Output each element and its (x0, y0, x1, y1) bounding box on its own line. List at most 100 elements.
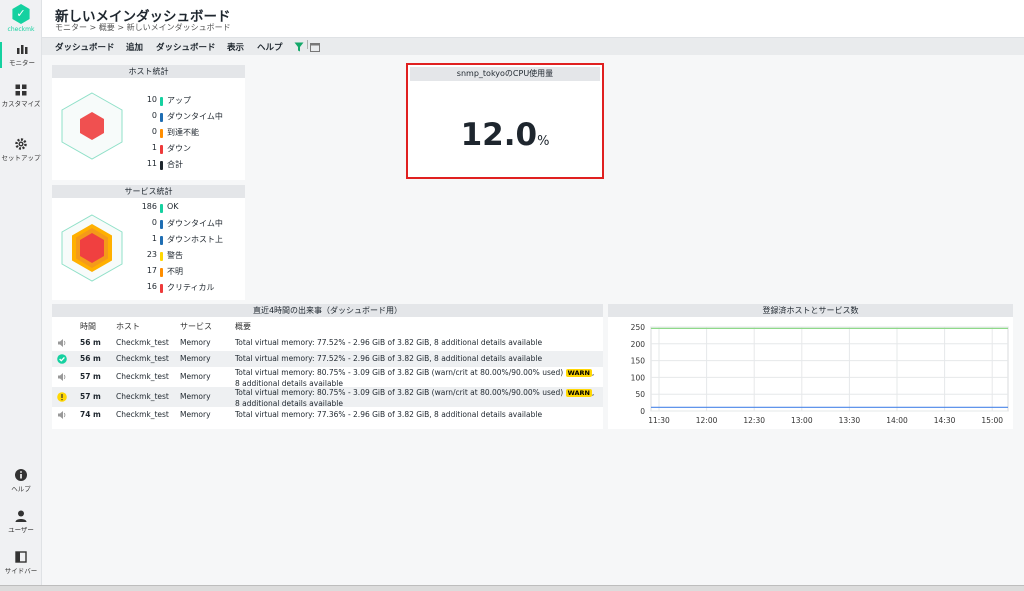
cpu-value: 12.0% (408, 117, 602, 153)
event-time: 57 m (80, 372, 101, 381)
x-tick-label: 13:00 (791, 416, 813, 425)
col-host[interactable]: ホスト (116, 321, 140, 332)
event-host[interactable]: Checkmk_test (116, 410, 169, 419)
menu-bar: ダッシュボード 追加 ダッシュボード 表示 ヘルプ | (42, 37, 1024, 55)
menu-dashboard[interactable]: ダッシュボード (55, 41, 115, 53)
host-stat-label: ダウンタイム中 (167, 112, 223, 121)
service-stat-color-bar (160, 236, 163, 245)
bottom-strip (0, 585, 1024, 591)
event-host[interactable]: Checkmk_test (116, 372, 169, 381)
cpu-usage-dashlet[interactable]: snmp_tokyoのCPU使用量 12.0% (406, 63, 604, 179)
nav-customize[interactable]: カスタマイズ (0, 83, 42, 109)
event-time: 56 m (80, 338, 101, 347)
y-tick-label: 50 (635, 390, 645, 399)
host-hexagon-icon[interactable] (60, 91, 124, 161)
speaker-icon[interactable] (57, 338, 67, 350)
table-row[interactable]: 56 m Checkmk_test Memory Total virtual memo… (52, 335, 603, 351)
service-stat-color-bar (160, 284, 163, 293)
service-stats-dashlet: サービス統計 186 OK 0 ダウンタイム中 1 ダウンホスト上 23 警告 17 不明 16 クリ… (52, 185, 245, 300)
event-host[interactable]: Checkmk_test (116, 392, 169, 401)
x-tick-label: 11:30 (648, 416, 670, 425)
event-host[interactable]: Checkmk_test (116, 338, 169, 347)
table-row[interactable]: 56 m Checkmk_test Memory Total virtual memo… (52, 351, 603, 367)
ok-icon[interactable] (57, 354, 67, 366)
event-summary: Total virtual memory: 77.52% - 2.96 GiB … (235, 354, 600, 364)
nav-help[interactable]: ヘルプ (0, 468, 42, 494)
x-tick-label: 15:00 (981, 416, 1003, 425)
events-dashlet: 直近4時間の出来事（ダッシュボード用） 時間 ホスト サービス 概要 56 m C… (52, 304, 603, 429)
x-tick-label: 12:30 (743, 416, 765, 425)
user-icon (15, 510, 27, 522)
host-stat-count: 0 (151, 127, 157, 136)
menu-view[interactable]: 表示 (227, 41, 244, 53)
event-time: 57 m (80, 392, 101, 401)
table-row[interactable]: 74 m Checkmk_test Memory Total virtual memo… (52, 407, 603, 423)
service-stat-count: 0 (151, 218, 157, 227)
nav-setup[interactable]: セットアップ (0, 137, 42, 163)
service-stat-color-bar (160, 220, 163, 229)
sidebar-icon (15, 551, 27, 563)
host-stat-count: 1 (151, 143, 157, 152)
speaker-icon[interactable] (57, 372, 67, 384)
table-row[interactable]: 57 m Checkmk_test Memory Total virtual memo… (52, 387, 603, 408)
warn-icon[interactable] (57, 392, 67, 404)
menu-dashboard-2[interactable]: ダッシュボード (156, 41, 216, 53)
service-stat-color-bar (160, 204, 163, 213)
speaker-icon[interactable] (57, 410, 67, 422)
bar-chart-icon (17, 45, 28, 54)
nav-sidebar[interactable]: サイドバー (0, 550, 42, 576)
host-stats-dashlet: ホスト統計 10 アップ 0 ダウンタイム中 0 到達不能 1 ダウン 11 合計 (52, 65, 245, 180)
event-summary: Total virtual memory: 80.75% - 3.09 GiB … (235, 368, 595, 388)
dashboard-content: ホスト統計 10 アップ 0 ダウンタイム中 0 到達不能 1 ダウン 11 合計 サービス統計 … (42, 55, 1024, 585)
host-stat-label: アップ (167, 96, 191, 105)
breadcrumb[interactable]: モニター > 概要 > 新しいメインダッシュボード (55, 22, 231, 33)
event-service[interactable]: Memory (180, 392, 211, 401)
y-tick-label: 250 (631, 323, 646, 332)
menu-add[interactable]: 追加 (126, 41, 143, 53)
col-summary[interactable]: 概要 (235, 321, 251, 332)
event-service[interactable]: Memory (180, 410, 211, 419)
page-header: 新しいメインダッシュボード モニター > 概要 > 新しいメインダッシュボード (42, 0, 1024, 37)
service-stat-count: 186 (141, 202, 157, 211)
service-stat-label: 不明 (167, 267, 183, 276)
info-icon (15, 469, 27, 481)
host-stat-label: 合計 (167, 160, 183, 169)
service-stat-label: ダウンタイム中 (167, 219, 223, 228)
x-tick-label: 13:30 (839, 416, 861, 425)
left-navigation: ✓ checkmk モニター カスタマイズ セットアップ ヘルプ ユーザー サイ… (0, 0, 42, 591)
menu-help[interactable]: ヘルプ (257, 41, 283, 53)
col-time[interactable]: 時間 (80, 321, 96, 332)
event-time: 74 m (80, 410, 101, 419)
host-stat-color-bar (160, 145, 163, 154)
service-stat-count: 16 (146, 282, 157, 291)
nav-monitor[interactable]: モニター (0, 42, 42, 68)
grid-icon (15, 84, 27, 96)
calendar-icon[interactable] (310, 42, 320, 52)
host-stat-count: 11 (146, 159, 157, 168)
event-service[interactable]: Memory (180, 338, 211, 347)
filter-icon[interactable] (294, 42, 304, 52)
service-stat-label: クリティカル (167, 283, 215, 292)
service-stat-label: OK (167, 202, 179, 211)
host-stat-count: 0 (151, 111, 157, 120)
event-summary: Total virtual memory: 77.52% - 2.96 GiB … (235, 338, 600, 348)
x-tick-label: 14:30 (934, 416, 956, 425)
checkmk-logo[interactable]: ✓ checkmk (4, 4, 38, 33)
event-service[interactable]: Memory (180, 372, 211, 381)
host-stat-label: 到達不能 (167, 128, 199, 137)
event-host[interactable]: Checkmk_test (116, 354, 169, 363)
nav-customize-label: カスタマイズ (1, 100, 41, 108)
nav-user[interactable]: ユーザー (0, 509, 42, 535)
table-row[interactable]: 57 m Checkmk_test Memory Total virtual memo… (52, 367, 603, 388)
checkmk-logo-icon: ✓ (12, 4, 30, 24)
service-stat-count: 23 (146, 250, 157, 259)
event-summary-text: Total virtual memory: 77.52% - 2.96 GiB … (235, 354, 543, 363)
events-title: 直近4時間の出来事（ダッシュボード用） (52, 304, 603, 317)
service-hexagon-icon[interactable] (60, 213, 124, 283)
col-service[interactable]: サービス (180, 321, 212, 332)
host-stats-title: ホスト統計 (52, 65, 245, 78)
event-summary-text: Total virtual memory: 80.75% - 3.09 GiB … (235, 368, 564, 377)
event-service[interactable]: Memory (180, 354, 211, 363)
service-stat-color-bar (160, 252, 163, 261)
service-stat-label: 警告 (167, 251, 183, 260)
